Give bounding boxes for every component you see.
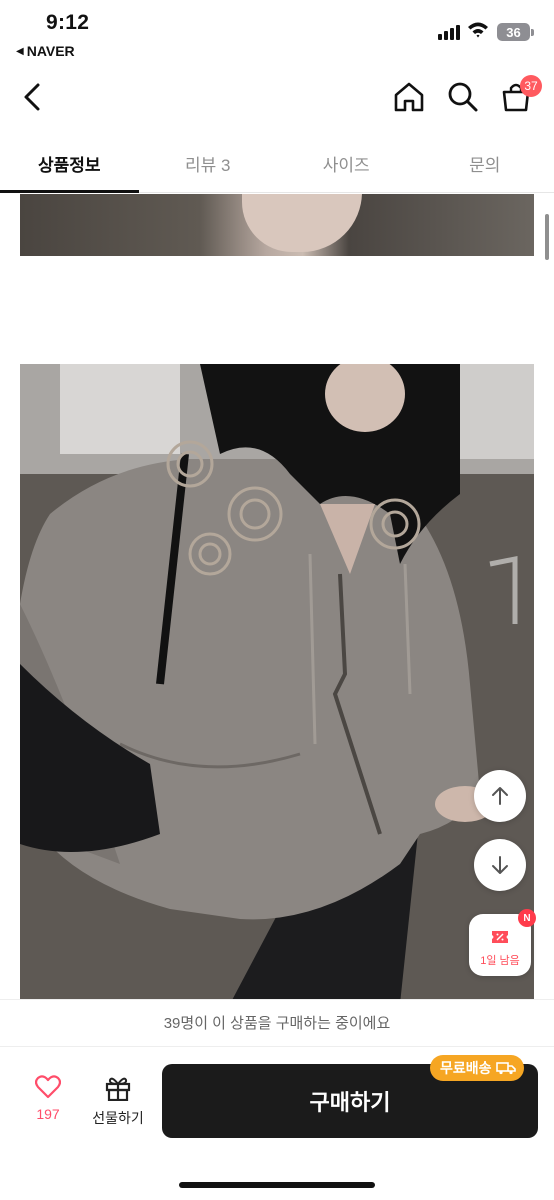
back-to-app-link[interactable]: ◀ NAVER: [16, 43, 75, 59]
gift-button[interactable]: 선물하기: [86, 1075, 150, 1128]
home-icon[interactable]: [392, 80, 426, 114]
free-shipping-badge: 무료배송: [430, 1055, 524, 1081]
tab-reviews[interactable]: 리뷰 3: [139, 137, 278, 192]
product-photo-top: [20, 194, 534, 256]
battery-level: 36: [506, 24, 521, 40]
gift-icon: [105, 1077, 131, 1102]
coupon-button[interactable]: 1일 남음 N: [469, 909, 536, 976]
purchasing-now-banner: 39명이 이 상품을 구매하는 중이에요: [0, 999, 554, 1047]
heart-icon: [34, 1075, 62, 1099]
product-detail-content[interactable]: [0, 194, 554, 999]
status-time: 9:12: [46, 11, 90, 34]
new-badge: N: [518, 909, 536, 927]
like-button[interactable]: 197: [26, 1075, 70, 1122]
home-indicator[interactable]: [179, 1182, 375, 1188]
scroll-indicator[interactable]: [545, 214, 549, 260]
back-chevron-icon[interactable]: [18, 80, 48, 114]
arrow-down-icon: [492, 856, 508, 874]
coupon-ticket-icon: [492, 931, 508, 943]
wifi-icon: [468, 22, 488, 38]
top-nav: [0, 70, 554, 130]
tab-product-info[interactable]: 상품정보: [0, 137, 139, 193]
tab-inquiry[interactable]: 문의: [416, 137, 554, 192]
gift-label: 선물하기: [92, 1110, 144, 1126]
back-triangle-icon: ◀: [16, 45, 24, 57]
like-count: 197: [36, 1106, 60, 1122]
product-tabs: 상품정보 리뷰 3 사이즈 문의: [0, 137, 554, 193]
arrow-up-icon: [492, 787, 508, 805]
scroll-bottom-button[interactable]: [474, 839, 526, 891]
coupon-label: 1일 남음: [480, 955, 520, 967]
free-shipping-label: 무료배송: [440, 1060, 492, 1076]
cart-count-badge: 37: [520, 75, 542, 97]
tab-size[interactable]: 사이즈: [277, 137, 416, 192]
scroll-top-button[interactable]: [474, 770, 526, 822]
truck-icon: [495, 1062, 516, 1075]
product-photo-hoodie: [20, 364, 534, 999]
status-bar: 9:12 ◀ NAVER 36: [0, 0, 554, 70]
battery-tip: [531, 29, 534, 36]
back-app-label: NAVER: [26, 43, 75, 59]
search-icon[interactable]: [446, 80, 480, 114]
cellular-signal-icon: [438, 24, 460, 40]
battery-icon: 36: [497, 23, 530, 41]
bottom-action-bar: 197 선물하기 구매하기 무료배송: [0, 1047, 554, 1200]
